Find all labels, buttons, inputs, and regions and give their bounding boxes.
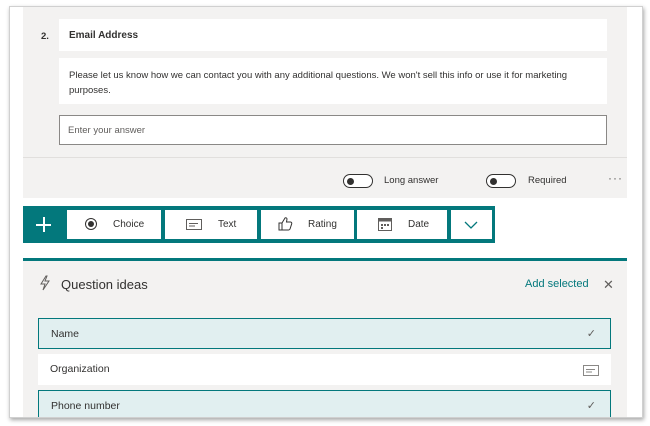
check-icon: ✓ [586,400,596,412]
question-title-field[interactable]: Email Address [59,19,607,51]
forms-editor-window: 2. Email Address Please let us know how … [9,6,643,418]
lightning-icon [40,275,50,291]
toggle-knob [347,177,354,185]
question-subtitle-field[interactable]: Please let us know how we can contact yo… [59,58,607,104]
add-question-button[interactable] [23,206,64,243]
close-icon[interactable]: ✕ [603,277,614,293]
question-card: 2. Email Address Please let us know how … [23,7,627,198]
rating-label: Rating [308,219,337,230]
chevron-down-icon [464,221,478,229]
question-number: 2. [41,31,49,42]
idea-item-label: Name [51,328,80,340]
idea-item-label: Organization [50,363,110,375]
add-question-toolbar: Choice Text Rating Date [23,206,495,243]
more-question-types-button[interactable] [451,210,492,239]
question-ideas-title: Question ideas [61,277,148,292]
toggle-knob [490,177,497,185]
rating-thumb-icon [278,217,293,231]
check-icon: ✓ [586,328,596,340]
text-type-icon [583,365,599,376]
text-type-icon [186,219,202,230]
idea-item-phone-number[interactable]: Phone number ✓ [38,390,611,417]
idea-item-name[interactable]: Name ✓ [38,318,611,349]
text-label: Text [218,219,237,230]
choice-label: Choice [113,219,145,230]
choice-radio-icon [85,218,97,230]
required-toggle[interactable] [486,174,516,188]
add-selected-link[interactable]: Add selected [525,278,589,290]
date-button[interactable]: Date [357,210,447,239]
required-label: Required [528,175,567,186]
idea-item-label: Phone number [51,400,120,412]
text-button[interactable]: Text [165,210,257,239]
calendar-icon [378,218,392,231]
idea-item-organization[interactable]: Organization [38,354,611,385]
card-divider [23,157,627,158]
long-answer-toggle[interactable] [343,174,373,188]
rating-button[interactable]: Rating [261,210,354,239]
answer-input[interactable] [59,115,607,145]
question-ideas-panel: Question ideas Add selected ✕ Name ✓ Org… [23,258,627,417]
long-answer-label: Long answer [384,175,439,186]
choice-button[interactable]: Choice [67,210,161,239]
date-label: Date [408,219,430,230]
more-options-icon[interactable]: ··· [608,171,623,185]
question-subtitle: Please let us know how we can contact yo… [69,70,568,96]
question-title: Email Address [69,30,139,41]
